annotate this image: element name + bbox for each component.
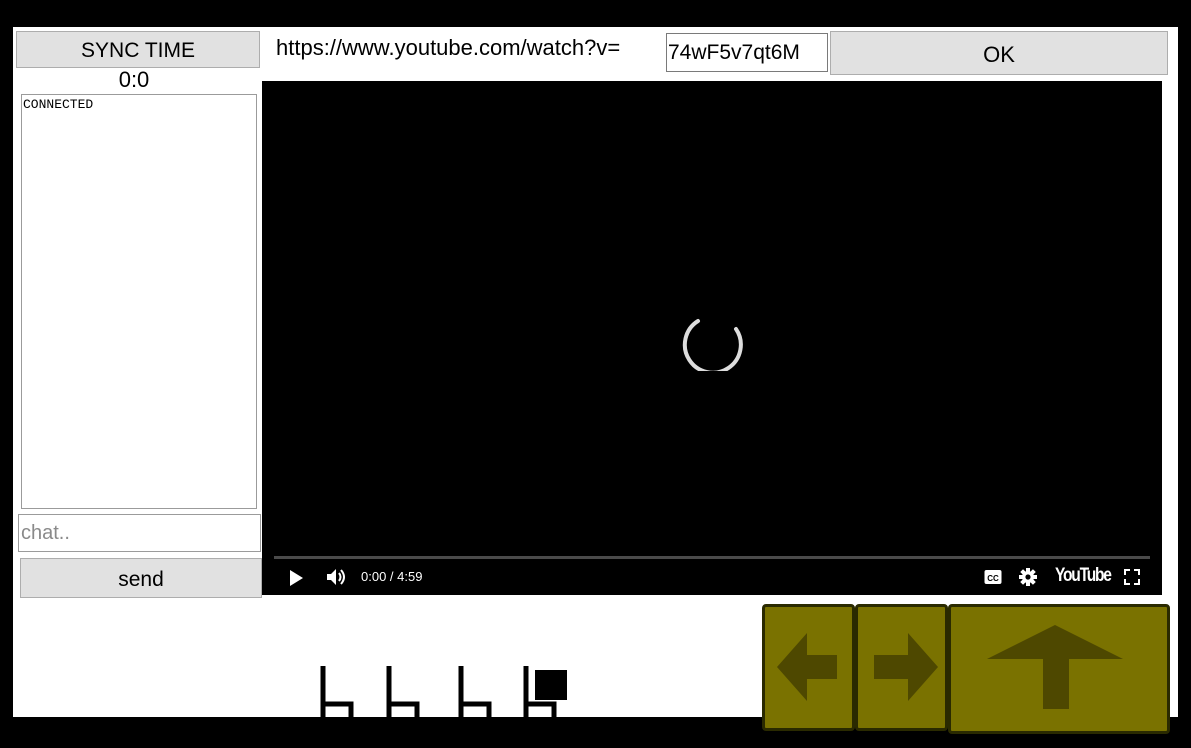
captions-icon[interactable]: CC [984,569,1002,585]
time-display: 0:00 / 4:59 [361,569,423,584]
chair-3 [458,666,492,718]
right-arrow-icon [874,633,938,701]
send-button[interactable]: send [20,558,262,598]
progress-bar[interactable] [274,556,1150,559]
play-icon[interactable] [288,569,304,587]
chairs-scene [320,666,567,718]
video-id-input[interactable] [666,33,828,72]
left-arrow-icon [777,633,837,701]
chair-1 [320,666,354,718]
chair-2 [386,666,420,718]
video-player[interactable]: 0:00 / 4:59 CC YouTube [262,81,1162,595]
sync-time-button[interactable]: SYNC TIME [16,31,260,68]
chat-log[interactable]: CONNECTED [21,94,257,509]
up-arrow-icon [987,625,1123,709]
loading-spinner [682,319,743,371]
right-arrow-button[interactable] [855,604,948,731]
ok-button[interactable]: OK [830,31,1168,75]
up-arrow-button[interactable] [948,604,1170,734]
volume-icon[interactable] [326,567,348,587]
left-arrow-button[interactable] [762,604,855,731]
youtube-logo[interactable]: YouTube [1055,565,1112,587]
url-prefix-label: https://www.youtube.com/watch?v= [276,35,621,60]
fullscreen-icon[interactable] [1124,569,1140,585]
svg-text:CC: CC [987,574,999,583]
settings-icon[interactable] [1019,568,1037,586]
occupied-block [535,670,567,700]
sync-time-display: 0:0 [118,67,150,92]
chat-input[interactable] [18,514,261,552]
